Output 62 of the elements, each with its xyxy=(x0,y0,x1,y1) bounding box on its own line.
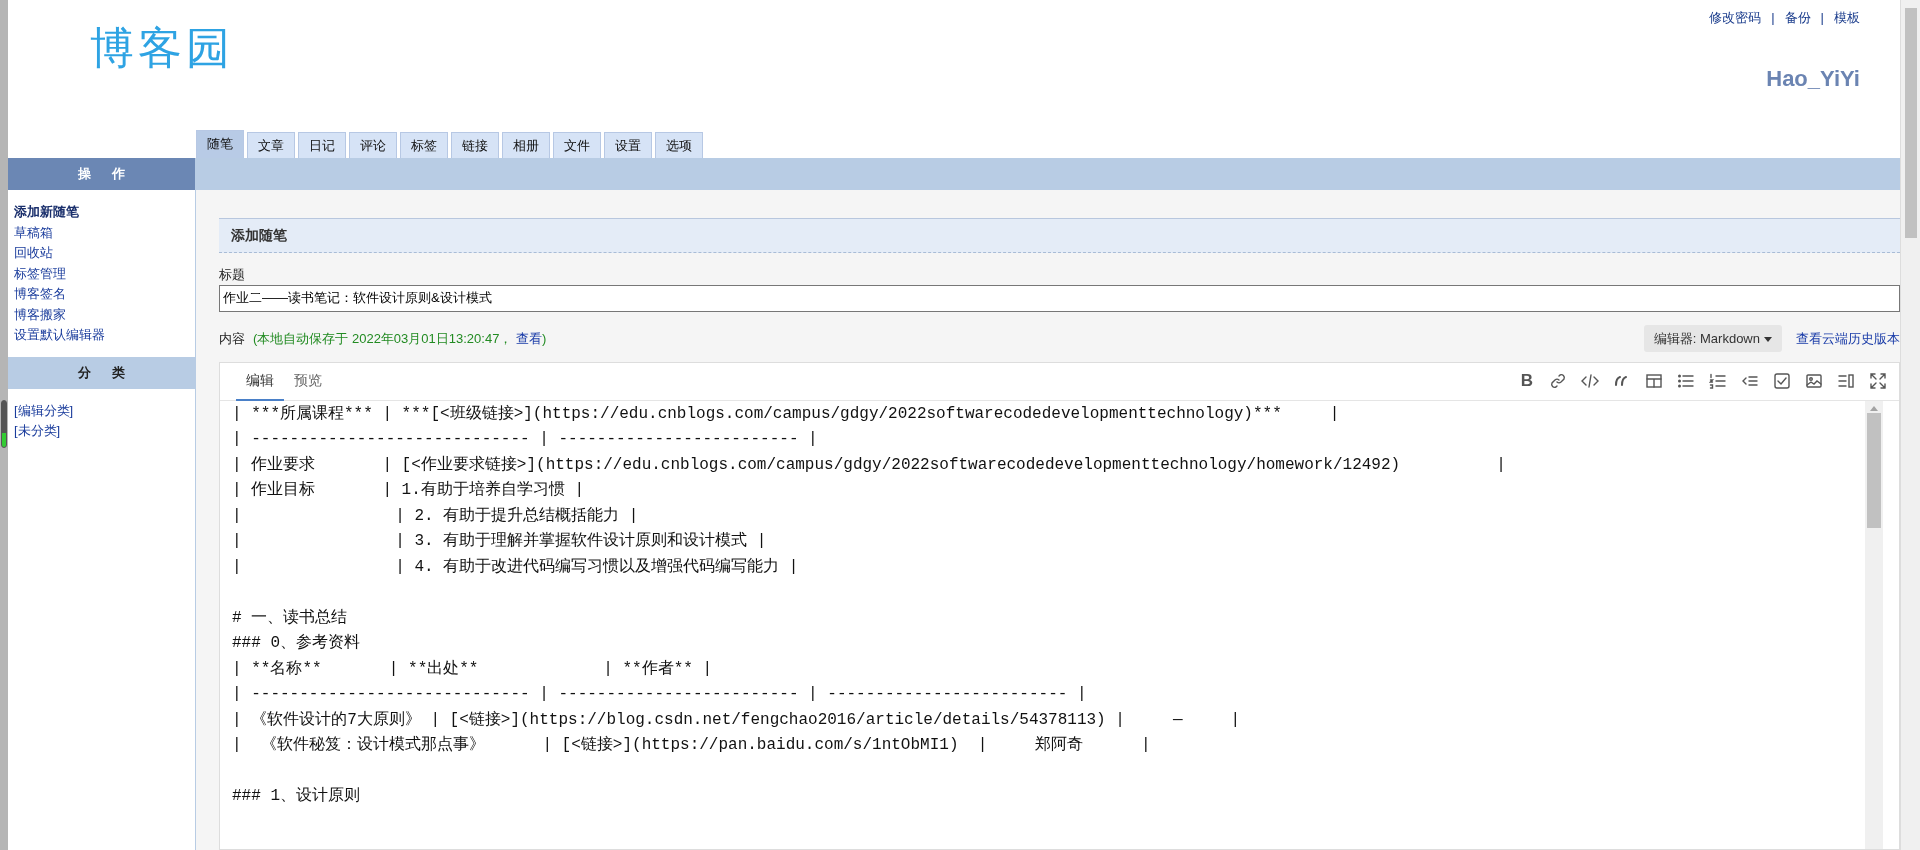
sidebar-header: 操 作 xyxy=(8,158,195,190)
sidebar-link[interactable]: 回收站 xyxy=(14,245,53,261)
link-separator: | xyxy=(1820,9,1824,27)
autosave-note: (本地自动保存于 2022年03月01日13:20:47， 查看) xyxy=(253,329,547,348)
tab[interactable]: 标签 xyxy=(400,132,448,158)
sidebar-link[interactable]: 博客搬家 xyxy=(14,306,66,322)
fullscreen-icon[interactable] xyxy=(1869,371,1887,391)
preview-icon[interactable] xyxy=(1837,371,1855,391)
title-input[interactable]: 作业二——读书笔记：软件设计原则&设计模式 xyxy=(219,284,1900,312)
view-link[interactable]: 查看 xyxy=(516,330,542,346)
title-label: 标题 xyxy=(219,266,246,284)
content-label: 内容 xyxy=(219,329,245,348)
code-line: ### 0、参考资料 xyxy=(232,633,360,654)
tab[interactable]: 日记 xyxy=(298,132,346,158)
tab[interactable]: 设置 xyxy=(604,132,652,158)
code-line: | | 4. 有助于改进代码编写习惯以及增强代码编写能力 | xyxy=(232,556,799,578)
image-icon[interactable] xyxy=(1805,371,1823,391)
tab[interactable]: 链接 xyxy=(451,132,499,158)
tab[interactable]: 文章 xyxy=(247,132,295,158)
link-icon[interactable] xyxy=(1549,371,1567,391)
scrollbar[interactable] xyxy=(1865,400,1883,849)
tab[interactable]: 评论 xyxy=(349,132,397,158)
tab[interactable]: 文件 xyxy=(553,132,601,158)
editor-dropdown[interactable]: 编辑器: Markdown xyxy=(1643,324,1782,353)
user-name: Hao_YiYi xyxy=(1765,64,1860,93)
section-title: 添加随笔 xyxy=(219,218,1900,253)
sidebar-link[interactable]: [编辑分类] xyxy=(14,402,74,418)
code-line: | | 3. 有助于理解并掌握软件设计原则和设计模式 | xyxy=(232,530,767,552)
page-scrollbar[interactable] xyxy=(1900,0,1920,850)
code-line: | 《软件秘笈：设计模式那点事》 | [<链接>](https://pan.baidu.com/s/1ntObMI1) | 郑阿奇 | xyxy=(232,734,1151,756)
sidebar-header: 分 类 xyxy=(8,356,195,389)
editor-tab[interactable]: 编辑 xyxy=(236,361,284,401)
code-line: | ----------------------------- | ------------------------- | xyxy=(232,429,818,450)
sidebar-link[interactable]: 标签管理 xyxy=(14,265,66,281)
code-line: | 作业要求 | [<作业要求链接>](https://edu.cnblogs.com/campus/gdgy/2022softwarecodedevelopmenttechnology/homework/12492) | xyxy=(232,454,1506,476)
code-line: | 《软件设计的7大原则》 | [<链接>](https://blog.csdn.net/fengchao2016/article/details/54378113) | — | xyxy=(232,709,1241,731)
link-separator: | xyxy=(1771,9,1775,27)
sidebar-link[interactable]: 博客签名 xyxy=(14,286,66,302)
editor-tab[interactable]: 预览 xyxy=(284,361,332,401)
bold-button[interactable]: B xyxy=(1519,371,1535,391)
code-line: # 一、读书总结 xyxy=(232,607,348,629)
numbered-list-icon[interactable] xyxy=(1709,371,1727,391)
sidebar-link[interactable]: 草稿箱 xyxy=(14,224,53,240)
sidebar-link[interactable]: 设置默认编辑器 xyxy=(14,327,105,343)
code-line: ### 1、设计原则 xyxy=(232,786,360,807)
history-link[interactable]: 查看云端历史版本 xyxy=(1796,328,1900,349)
top-link[interactable]: 修改密码 xyxy=(1709,8,1762,28)
checkbox-icon[interactable] xyxy=(1773,371,1791,391)
tab[interactable]: 随笔 xyxy=(196,130,244,158)
code-line: | **名称** | **出处** | **作者** | xyxy=(232,658,713,680)
sidebar-link[interactable]: 添加新随笔 xyxy=(14,204,79,220)
sidebar-link[interactable]: [未分类] xyxy=(14,423,61,439)
code-line: | ***所属课程*** | ***[<班级链接>](https://edu.cnblogs.com/campus/gdgy/2022softwarecodedevelopmenttechnology)*** | xyxy=(232,403,1340,425)
side-handle[interactable] xyxy=(1,400,7,448)
table-icon[interactable] xyxy=(1645,371,1663,391)
tab[interactable]: 选项 xyxy=(655,132,703,158)
code-line: | 作业目标 | 1.有助于培养自学习惯 | xyxy=(232,479,585,501)
code-line: | ----------------------------- | ------------------------- | ------------------------- | xyxy=(232,684,1087,705)
tab[interactable]: 相册 xyxy=(502,132,550,158)
code-line: | | 2. 有助于提升总结概括能力 | xyxy=(232,505,639,527)
top-link[interactable]: 备份 xyxy=(1784,8,1811,28)
top-link[interactable]: 模板 xyxy=(1834,8,1860,28)
